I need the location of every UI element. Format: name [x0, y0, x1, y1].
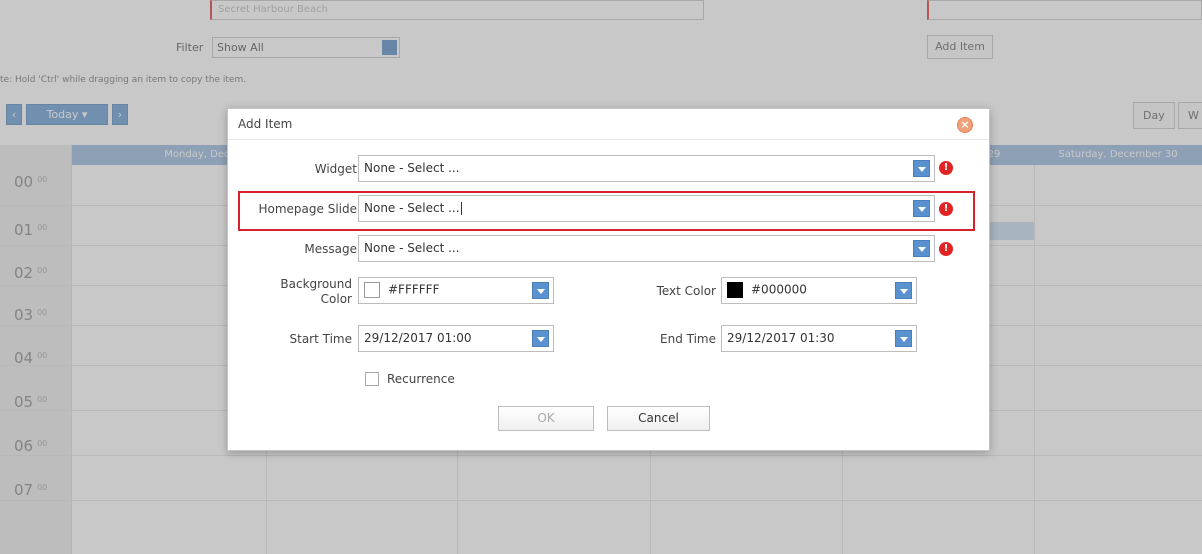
message-value: None - Select ... — [364, 241, 460, 255]
cancel-button[interactable]: Cancel — [607, 406, 710, 431]
message-select[interactable]: None - Select ... — [358, 235, 935, 262]
message-label: Message — [304, 242, 357, 256]
end-time-picker[interactable]: 29/12/2017 01:30 — [721, 325, 917, 352]
widget-select[interactable]: None - Select ... — [358, 155, 935, 182]
screen: Secret Harbour Beach Filter Show All Add… — [0, 0, 1202, 554]
background-color-picker[interactable]: #FFFFFF — [358, 277, 554, 304]
chevron-down-icon[interactable] — [532, 282, 549, 299]
calendar-dropdown-icon[interactable] — [895, 330, 912, 347]
text-color-label: Text Color — [656, 284, 716, 298]
calendar-dropdown-icon[interactable] — [532, 330, 549, 347]
divider — [228, 139, 989, 140]
warning-icon: ! — [939, 242, 953, 256]
dialog-title: Add Item — [238, 117, 293, 131]
chevron-down-icon[interactable] — [913, 240, 930, 257]
start-time-label: Start Time — [289, 332, 353, 346]
end-time-value: 29/12/2017 01:30 — [727, 331, 835, 345]
close-icon[interactable]: × — [957, 117, 973, 133]
add-item-dialog: Add Item × Widget None - Select ... ! Ho… — [227, 108, 990, 451]
background-color-swatch — [364, 282, 380, 298]
recurrence-checkbox[interactable] — [365, 372, 379, 386]
background-color-label: Background Color — [280, 277, 352, 306]
background-color-value: #FFFFFF — [388, 282, 440, 297]
recurrence-label: Recurrence — [387, 372, 455, 386]
text-color-swatch — [727, 282, 743, 298]
chevron-down-icon[interactable] — [895, 282, 912, 299]
text-color-value: #000000 — [751, 282, 807, 297]
homepage-slide-highlight — [238, 191, 975, 231]
chevron-down-icon[interactable] — [913, 160, 930, 177]
start-time-value: 29/12/2017 01:00 — [364, 331, 472, 345]
widget-label: Widget — [314, 162, 357, 176]
ok-button[interactable]: OK — [498, 406, 594, 431]
start-time-picker[interactable]: 29/12/2017 01:00 — [358, 325, 554, 352]
end-time-label: End Time — [660, 332, 716, 346]
widget-value: None - Select ... — [364, 161, 460, 175]
warning-icon: ! — [939, 161, 953, 175]
text-color-picker[interactable]: #000000 — [721, 277, 917, 304]
